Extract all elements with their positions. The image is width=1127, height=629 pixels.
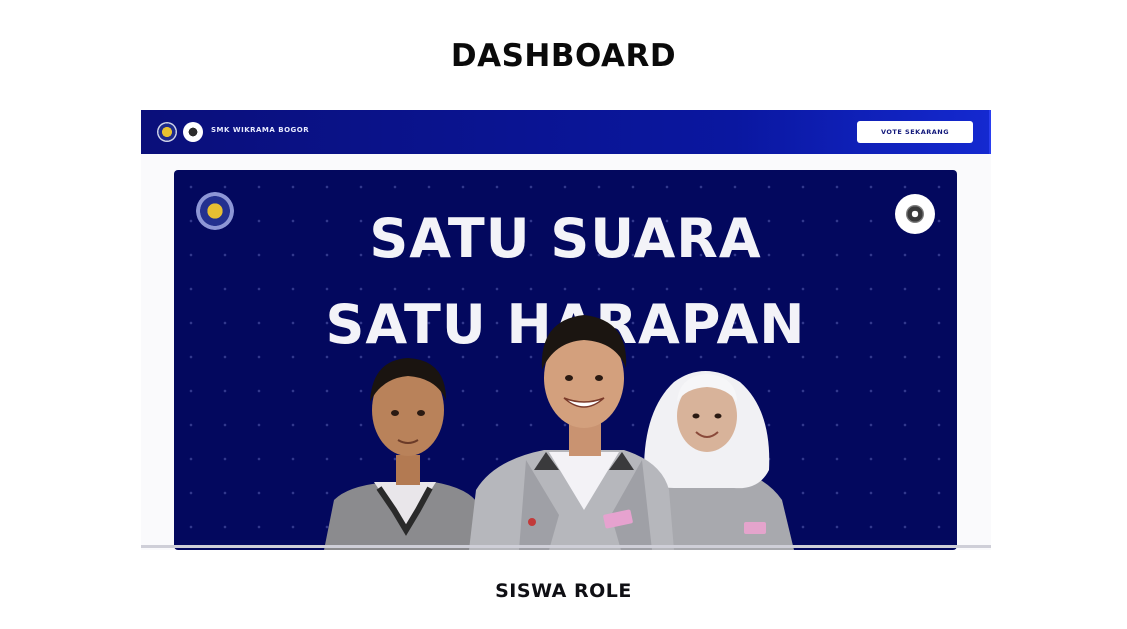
- role-caption: SISWA ROLE: [495, 580, 632, 602]
- osis-logo-icon: [183, 122, 203, 142]
- preview-hero-banner: SATU SUARA SATU HARAPAN: [174, 170, 957, 550]
- school-logo-icon: [157, 122, 177, 142]
- page: DASHBOARD SMK WIKRAMA BOGOR VOTE SEKARAN…: [0, 0, 1127, 629]
- preview-navbar: SMK WIKRAMA BOGOR VOTE SEKARANG: [141, 110, 991, 154]
- page-title: DASHBOARD: [450, 38, 677, 74]
- preview-vote-button: VOTE SEKARANG: [857, 121, 973, 143]
- preview-brand-name: SMK WIKRAMA BOGOR: [211, 126, 310, 134]
- candidates-photo: [324, 315, 794, 550]
- candidate-left-figure: [324, 358, 486, 550]
- dashboard-preview-image: SMK WIKRAMA BOGOR VOTE SEKARANG SATU SUA…: [141, 110, 991, 550]
- candidate-center-figure: [469, 315, 674, 550]
- preview-bottom-border: [141, 545, 991, 548]
